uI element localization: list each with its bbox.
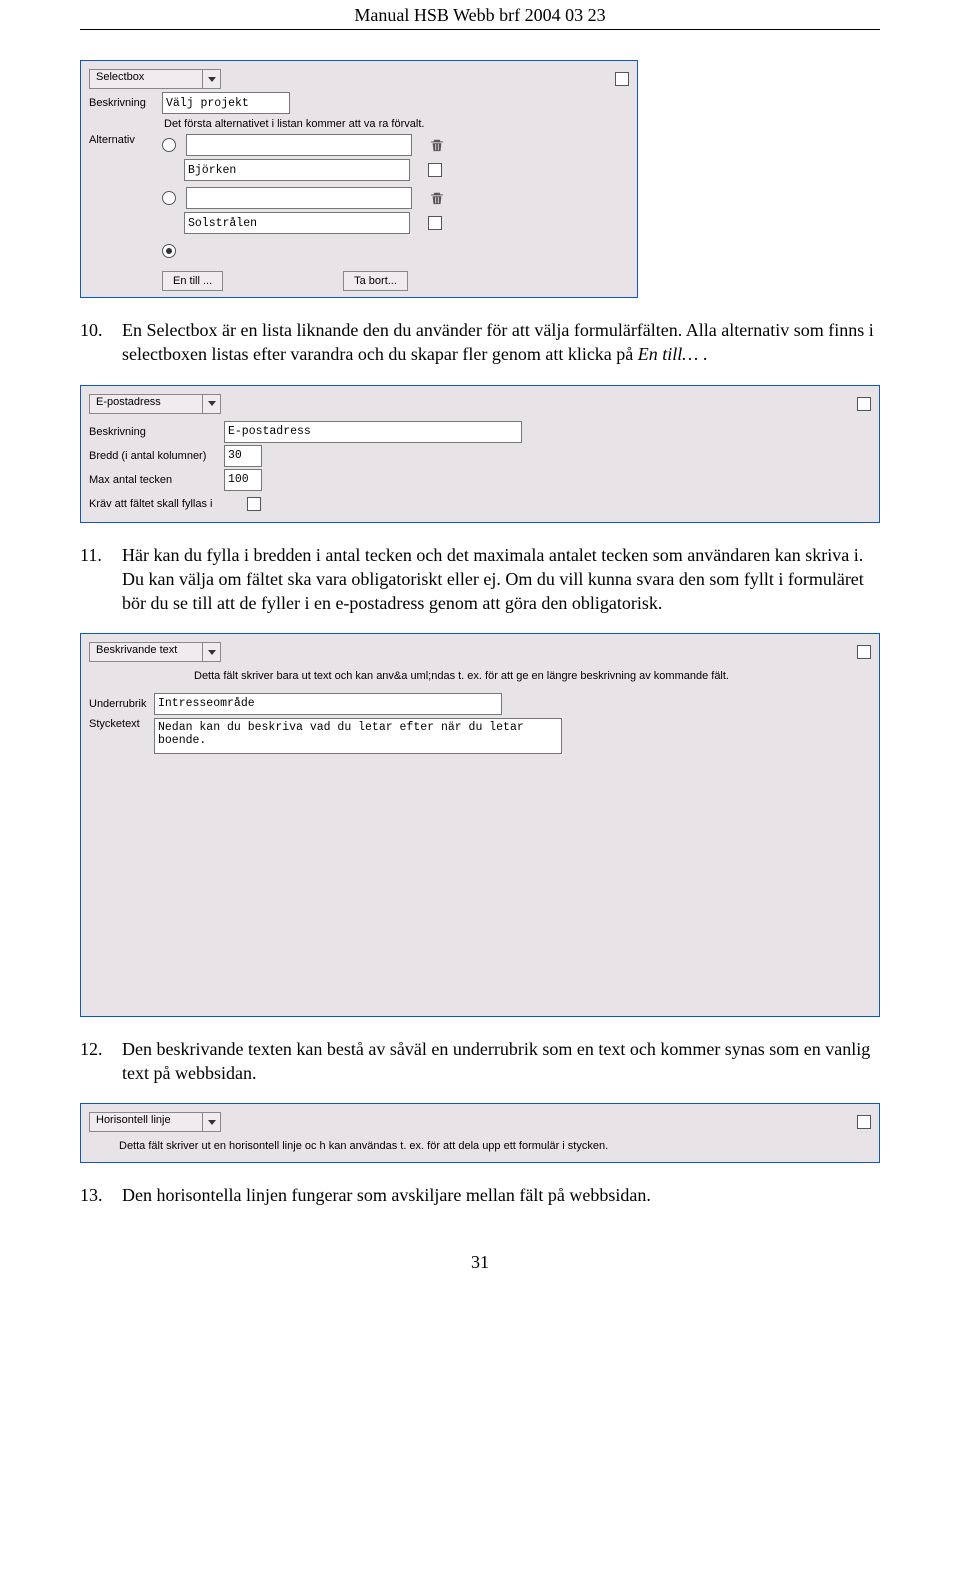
alt1-radio[interactable] (162, 138, 176, 152)
alt2-radio[interactable] (162, 191, 176, 205)
field-type-dropdown[interactable]: Selectbox (89, 69, 221, 89)
bredd-input[interactable] (224, 445, 262, 467)
email-field-panel: E-postadress Beskrivning Bredd (i antal … (80, 385, 880, 523)
trash-icon[interactable] (430, 138, 444, 152)
panel-hint: Detta fält skriver bara ut text och kan … (89, 665, 871, 690)
chevron-down-icon (202, 395, 220, 413)
add-button[interactable]: En till ... (162, 271, 223, 291)
alt2-value-input[interactable] (184, 212, 410, 234)
paragraph-11: 11. Här kan du fylla i bredden i antal t… (80, 543, 880, 616)
underrubrik-input[interactable] (154, 693, 502, 715)
krav-checkbox[interactable] (247, 497, 261, 511)
field-type-value: Horisontell linje (90, 1113, 202, 1131)
alternativ-label: Alternativ (89, 134, 162, 292)
panel-hint: Detta fält skriver ut en horisontell lin… (89, 1135, 871, 1156)
page-number: 31 (80, 1252, 880, 1273)
alt1-name-input[interactable] (186, 134, 412, 156)
max-input[interactable] (224, 469, 262, 491)
chevron-down-icon (202, 643, 220, 661)
beskrivning-label: Beskrivning (89, 426, 224, 438)
paragraph-13: 13. Den horisontella linjen fungerar som… (80, 1183, 880, 1207)
alt2-name-input[interactable] (186, 187, 412, 209)
remove-button[interactable]: Ta bort... (343, 271, 408, 291)
panel-checkbox[interactable] (857, 397, 871, 411)
horizontal-line-panel: Horisontell linje Detta fält skriver ut … (80, 1103, 880, 1162)
field-type-dropdown[interactable]: Beskrivande text (89, 642, 221, 662)
page-header: Manual HSB Webb brf 2004 03 23 (80, 0, 880, 30)
alt3-radio[interactable] (162, 244, 176, 258)
beskrivning-input[interactable] (224, 421, 522, 443)
field-type-value: Selectbox (90, 70, 202, 88)
underrubrik-label: Underrubrik (89, 698, 154, 710)
beskrivning-input[interactable] (162, 92, 290, 114)
panel-checkbox[interactable] (857, 645, 871, 659)
field-type-dropdown[interactable]: Horisontell linje (89, 1112, 221, 1132)
chevron-down-icon (202, 70, 220, 88)
beskrivning-label: Beskrivning (89, 97, 162, 109)
field-type-value: E-postadress (90, 395, 202, 413)
beskrivning-hint: Det första alternativet i listan kommer … (89, 116, 629, 134)
stycketext-label: Stycketext (89, 718, 154, 730)
panel-checkbox[interactable] (615, 72, 629, 86)
descriptive-text-panel: Beskrivande text Detta fält skriver bara… (80, 633, 880, 1016)
alt1-checkbox[interactable] (428, 163, 442, 177)
bredd-label: Bredd (i antal kolumner) (89, 450, 224, 462)
alt2-checkbox[interactable] (428, 216, 442, 230)
krav-label: Kräv att fältet skall fyllas i (89, 498, 247, 510)
panel-checkbox[interactable] (857, 1115, 871, 1129)
field-type-dropdown[interactable]: E-postadress (89, 394, 221, 414)
paragraph-10: 10. En Selectbox är en lista liknande de… (80, 318, 880, 367)
max-label: Max antal tecken (89, 474, 224, 486)
chevron-down-icon (202, 1113, 220, 1131)
stycketext-input[interactable] (154, 718, 562, 754)
trash-icon[interactable] (430, 191, 444, 205)
field-type-value: Beskrivande text (90, 643, 202, 661)
selectbox-field-panel: Selectbox Beskrivning Det första alterna… (80, 60, 638, 298)
paragraph-12: 12. Den beskrivande texten kan bestå av … (80, 1037, 880, 1086)
alt1-value-input[interactable] (184, 159, 410, 181)
